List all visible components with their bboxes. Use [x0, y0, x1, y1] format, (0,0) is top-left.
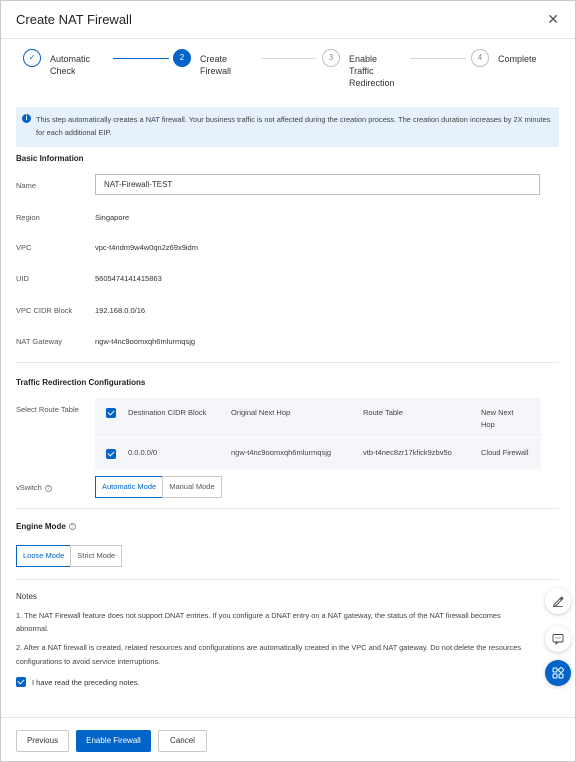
step-label: Complete	[498, 54, 537, 64]
step-connector-2	[261, 58, 316, 59]
uid-label: UID	[16, 274, 29, 283]
route-table: Destination CIDR Block Original Next Hop…	[95, 398, 541, 469]
column-header: Original Next Hop	[231, 408, 291, 417]
close-icon[interactable]: ✕	[547, 11, 559, 27]
info-icon: i	[22, 114, 31, 123]
name-label: Name	[16, 181, 37, 190]
divider	[16, 362, 559, 363]
select-route-table-label: Select Route Table	[16, 405, 79, 414]
step-label: Enable Traffic Redirection	[349, 54, 395, 88]
route-table-cell: vtb-t4nec8zr17kfick9zbv5o	[363, 448, 452, 457]
uid-value: 5605474141415863	[95, 274, 162, 283]
column-header: Route Table	[363, 408, 403, 417]
step-label: Automatic Check	[50, 54, 91, 76]
table-row[interactable]: 0.0.0.0/0 ngw-t4nc9oomxqh6mlurmqsjg vtb-…	[95, 437, 541, 468]
basic-information-heading: Basic Information	[16, 154, 84, 163]
new-next-hop-cell: Cloud Firewall	[481, 448, 529, 457]
nat-gateway-value: ngw-t4nc9oomxqh6mlurmqsjg	[95, 337, 196, 346]
manual-mode-button[interactable]: Manual Mode	[162, 476, 222, 498]
column-header: Destination CIDR Block	[128, 408, 207, 417]
note-1: 1. The NAT Firewall feature does not sup…	[16, 611, 501, 620]
step-connector-3	[410, 58, 466, 59]
dialog-footer: Previous Enable Firewall Cancel	[1, 717, 575, 762]
info-banner: i This step automatically creates a NAT …	[16, 107, 559, 147]
dialog-title: Create NAT Firewall	[16, 12, 132, 27]
loose-mode-button[interactable]: Loose Mode	[16, 545, 72, 567]
divider	[16, 579, 559, 580]
engine-mode-title: Engine Mode	[16, 522, 66, 531]
step-number: 2	[173, 49, 191, 67]
create-nat-firewall-dialog: Create NAT Firewall ✕ ✓ Automatic Check …	[0, 0, 576, 762]
wizard-steps: ✓ Automatic Check 2 Create Firewall 3 En…	[23, 47, 563, 97]
table-header-row: Destination CIDR Block Original Next Hop…	[95, 398, 541, 436]
name-input[interactable]	[95, 174, 540, 195]
enable-firewall-button[interactable]: Enable Firewall	[76, 730, 151, 752]
select-all-checkbox[interactable]	[106, 408, 116, 418]
note-2-cont: configurations to avoid service interrup…	[16, 657, 161, 666]
cancel-button[interactable]: Cancel	[158, 730, 207, 752]
apps-icon[interactable]	[545, 660, 571, 686]
engine-mode-heading: Engine Mode?	[16, 522, 76, 531]
step-connector-1	[113, 58, 169, 59]
column-header: New Next Hop	[481, 408, 514, 429]
traffic-redirection-heading: Traffic Redirection Configurations	[16, 378, 146, 387]
vswitch-label-text: vSwitch	[16, 483, 42, 492]
region-label: Region	[16, 213, 40, 222]
vpc-value: vpc-t4ndm9w4w0qn2z69x9idm	[95, 243, 198, 252]
checkbox[interactable]	[16, 677, 26, 687]
divider	[16, 508, 559, 509]
vpc-cidr-value: 192.168.0.0/16	[95, 306, 146, 315]
strict-mode-button[interactable]: Strict Mode	[70, 545, 123, 567]
help-icon[interactable]: ?	[68, 523, 76, 531]
region-value: Singapore	[95, 213, 130, 222]
row-checkbox[interactable]	[106, 449, 116, 459]
edit-icon[interactable]	[545, 588, 571, 614]
info-text: This step automatically creates a NAT fi…	[36, 115, 551, 137]
dialog-header: Create NAT Firewall ✕	[1, 1, 575, 39]
original-next-hop-cell: ngw-t4nc9oomxqh6mlurmqsjg	[231, 448, 332, 457]
nat-gateway-label: NAT Gateway	[16, 337, 62, 346]
step-label: Create Firewall	[200, 54, 232, 76]
note-2: 2. After a NAT firewall is created, rela…	[16, 643, 522, 652]
vswitch-mode-toggle: Automatic Mode Manual Mode	[95, 476, 222, 498]
vpc-cidr-label: VPC CIDR Block	[16, 306, 73, 315]
vswitch-label: vSwitch?	[16, 483, 52, 492]
note-1-cont: abnormal.	[16, 624, 49, 633]
notes-heading: Notes	[16, 592, 37, 601]
vpc-label: VPC	[16, 243, 32, 252]
cidr-cell: 0.0.0.0/0	[128, 448, 158, 457]
chat-icon[interactable]	[545, 626, 571, 652]
step-number: 4	[471, 49, 489, 67]
previous-button[interactable]: Previous	[16, 730, 69, 752]
step-number: 3	[322, 49, 340, 67]
engine-mode-toggle: Loose Mode Strict Mode	[16, 545, 123, 567]
check-icon: ✓	[23, 49, 41, 67]
automatic-mode-button[interactable]: Automatic Mode	[95, 476, 164, 498]
agree-label: I have read the preceding notes.	[32, 678, 140, 687]
help-icon[interactable]: ?	[44, 484, 52, 492]
